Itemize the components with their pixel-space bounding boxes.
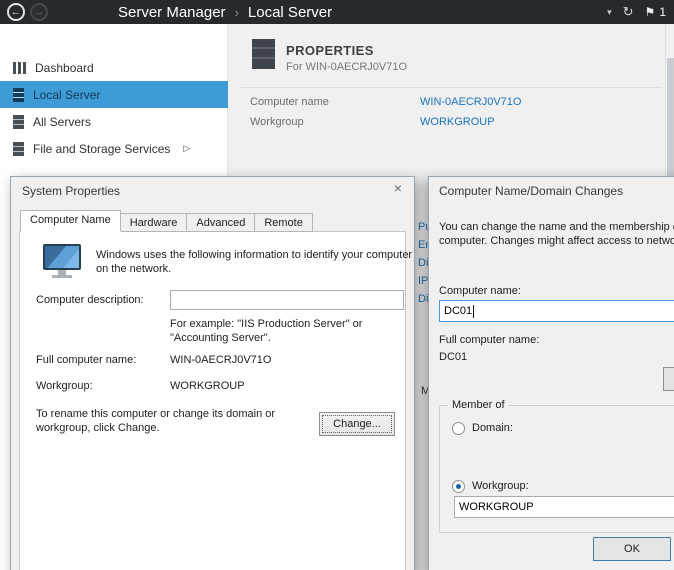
panel-subtitle: For WIN-0AECRJ0V71O <box>286 61 407 73</box>
clipped-value: Di <box>418 257 428 269</box>
expand-chevron-icon[interactable]: ▷ <box>183 143 190 154</box>
dialog-title: System Properties <box>22 184 120 198</box>
text-caret <box>473 305 474 318</box>
server-properties-icon <box>252 39 275 69</box>
tab-computer-name[interactable]: Computer Name <box>20 210 121 232</box>
member-of-group: Member of Domain: Workgroup: WORKGROUP <box>439 405 674 533</box>
rename-hint-text: To rename this computer or change its do… <box>36 408 275 420</box>
full-computer-name-label: Full computer name: <box>36 354 136 366</box>
monitor-screen <box>43 244 81 270</box>
full-computer-name-label: Full computer name: <box>439 334 539 346</box>
app-title: Server Manager <box>118 4 226 21</box>
sidebar-item-label: File and Storage Services <box>33 142 170 156</box>
notification-count[interactable]: 1 <box>659 5 666 19</box>
computer-name-label: Computer name: <box>439 285 521 297</box>
breadcrumb-section: Local Server <box>248 4 332 21</box>
intro-text: on the network. <box>96 263 171 275</box>
intro-text: computer. Changes might affect access to… <box>439 235 674 247</box>
computer-description-label: Computer description: <box>36 294 144 306</box>
back-button[interactable]: ← <box>7 3 25 21</box>
member-of-label: Member of <box>448 399 509 411</box>
tab-page-computer-name: Windows uses the following information t… <box>19 231 406 570</box>
system-properties-dialog: System Properties × Computer Name Hardwa… <box>10 176 415 570</box>
computer-description-input[interactable] <box>170 290 404 310</box>
property-value-link[interactable]: WORKGROUP <box>420 116 495 128</box>
full-computer-name-value: DC01 <box>439 351 467 363</box>
sidebar-item-all-servers[interactable]: All Servers <box>0 108 228 135</box>
refresh-icon[interactable]: ↻ <box>623 4 634 20</box>
dialog-title: Computer Name/Domain Changes <box>439 184 623 198</box>
chevron-down-icon[interactable]: ▾ <box>607 7 612 18</box>
computer-name-input[interactable]: DC01 <box>439 300 674 322</box>
example-text: For example: "IIS Production Server" or <box>170 318 362 330</box>
topbar: ← → Server Manager › Local Server ▾ ↻ ⚑ … <box>0 0 674 24</box>
workgroup-label: Workgroup: <box>36 380 93 392</box>
property-label: Computer name <box>250 96 329 108</box>
breadcrumb-separator: › <box>235 5 239 20</box>
full-computer-name-value: WIN-0AECRJ0V71O <box>170 354 271 366</box>
sidebar-item-dashboard[interactable]: Dashboard <box>0 54 228 81</box>
panel-title: PROPERTIES <box>286 43 374 58</box>
sidebar-item-label: Local Server <box>33 88 100 102</box>
workgroup-input[interactable]: WORKGROUP <box>454 496 674 518</box>
clipped-value: Di <box>418 293 428 305</box>
computer-monitor-icon <box>40 244 84 282</box>
clipped-value: IP <box>418 275 428 287</box>
close-icon[interactable]: × <box>385 177 411 199</box>
more-button-clipped[interactable] <box>663 367 674 391</box>
tab-remote[interactable]: Remote <box>254 213 313 232</box>
forward-button[interactable]: → <box>30 3 48 21</box>
computer-name-domain-changes-dialog: Computer Name/Domain Changes You can cha… <box>428 176 674 570</box>
monitor-base <box>52 275 72 278</box>
sidebar-item-file-storage-services[interactable]: File and Storage Services ▷ <box>0 135 228 162</box>
notifications-flag-icon[interactable]: ⚑ <box>645 5 656 19</box>
tab-hardware[interactable]: Hardware <box>120 213 188 232</box>
sidebar-item-label: Dashboard <box>35 61 94 75</box>
property-value-link[interactable]: WIN-0AECRJ0V71O <box>420 96 521 108</box>
tab-strip: Computer Name Hardware Advanced Remote <box>20 210 312 232</box>
topbar-actions: ▾ ↻ ⚑ 1 <box>607 4 674 20</box>
rename-hint-text: workgroup, click Change. <box>36 422 160 434</box>
intro-text: You can change the name and the membersh… <box>439 221 674 233</box>
workgroup-radio[interactable] <box>452 480 465 493</box>
workgroup-radio-label[interactable]: Workgroup: <box>472 480 529 492</box>
panel-divider <box>241 87 662 88</box>
domain-radio[interactable] <box>452 422 465 435</box>
property-label: Workgroup <box>250 116 304 128</box>
sidebar-item-local-server[interactable]: Local Server <box>0 81 228 108</box>
change-button[interactable]: Change... <box>319 412 395 436</box>
intro-text: Windows uses the following information t… <box>96 249 412 261</box>
file-storage-icon <box>13 142 24 156</box>
server-manager-window: ← → Server Manager › Local Server ▾ ↻ ⚑ … <box>0 0 674 570</box>
computer-name-input-value: DC01 <box>444 305 472 317</box>
ok-button[interactable]: OK <box>593 537 671 561</box>
server-icon <box>13 88 24 102</box>
servers-icon <box>13 115 24 129</box>
workgroup-value: WORKGROUP <box>170 380 245 392</box>
domain-radio-label[interactable]: Domain: <box>472 422 513 434</box>
example-text: "Accounting Server". <box>170 332 271 344</box>
sidebar-item-label: All Servers <box>33 115 91 129</box>
tab-advanced[interactable]: Advanced <box>186 213 255 232</box>
dashboard-icon <box>13 62 26 74</box>
breadcrumb: Server Manager › Local Server <box>118 4 332 21</box>
